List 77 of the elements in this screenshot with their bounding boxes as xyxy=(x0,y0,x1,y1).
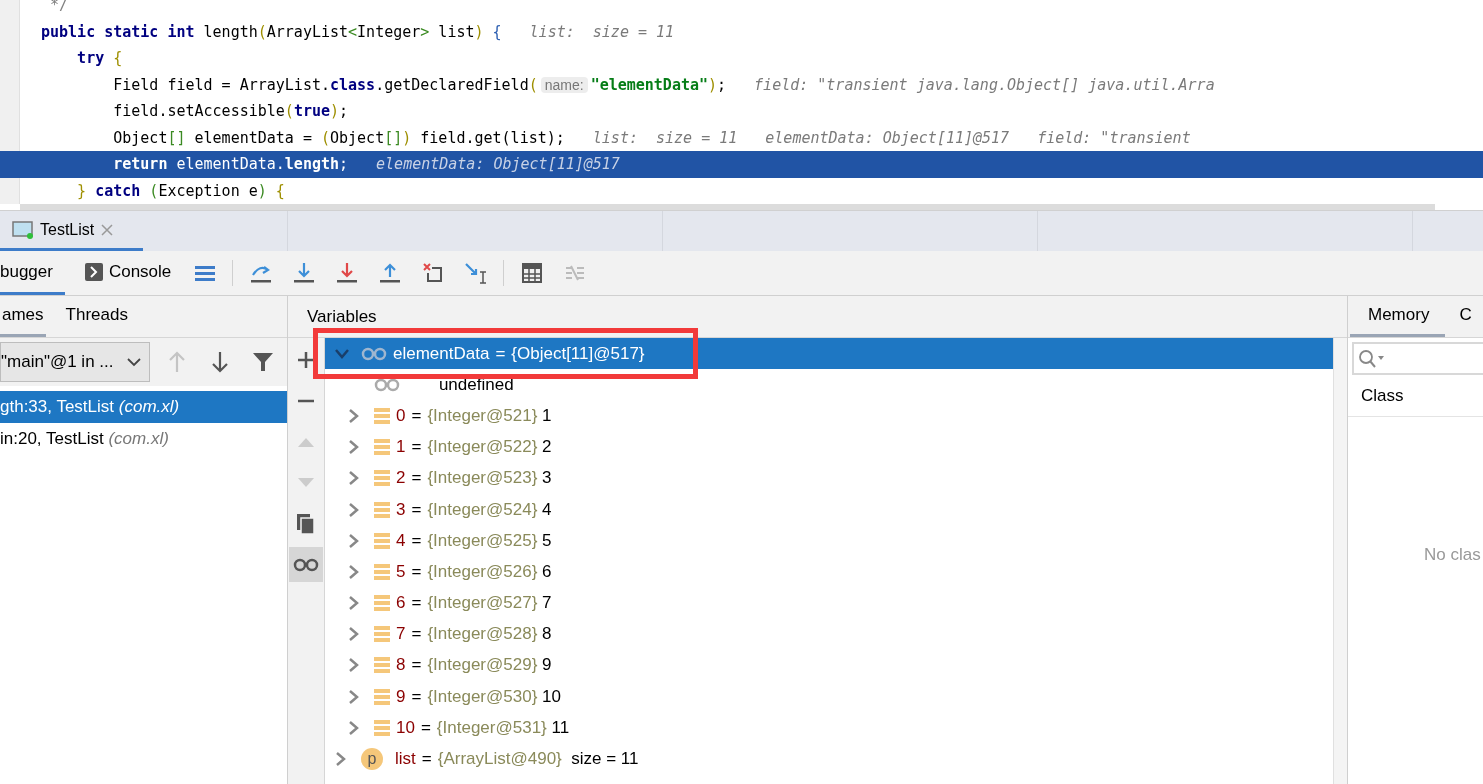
variable-row[interactable]: 9 = {Integer@530} 10 xyxy=(325,681,1333,713)
panel-tab[interactable]: Memory xyxy=(1350,296,1446,337)
panel-title: Variables xyxy=(288,296,1347,338)
caret-icon[interactable] xyxy=(348,501,360,518)
variable-row[interactable]: 5 = {Integer@526} 6 xyxy=(325,556,1333,588)
caret-icon[interactable] xyxy=(348,657,360,674)
copy-icon[interactable] xyxy=(296,512,316,535)
caret-icon[interactable] xyxy=(348,439,360,456)
glasses-icon xyxy=(293,557,319,572)
console-icon xyxy=(84,262,103,281)
close-icon[interactable] xyxy=(100,222,115,237)
caret-icon[interactable] xyxy=(348,532,360,549)
empty-message: No clas xyxy=(1423,544,1482,566)
plus-icon[interactable] xyxy=(297,350,315,369)
filter-icon[interactable] xyxy=(251,351,274,373)
debug-tab[interactable]: Console xyxy=(72,251,184,295)
variable-row[interactable]: 0 = {Integer@521} 1 xyxy=(325,400,1333,432)
thread-dropdown[interactable]: "main"@1 in ... xyxy=(0,342,150,382)
code-line: } catch (Exception e) { xyxy=(76,180,286,202)
variable-row[interactable]: 3 = {Integer@524} 4 xyxy=(325,493,1333,526)
list-icon xyxy=(374,594,390,613)
caret-icon[interactable] xyxy=(348,688,360,705)
step-out-icon[interactable] xyxy=(378,262,401,284)
list-icon xyxy=(374,562,390,581)
list-icon xyxy=(374,406,390,425)
calculator-icon[interactable] xyxy=(521,263,542,283)
caret-icon[interactable] xyxy=(335,751,347,768)
window-icon xyxy=(12,219,34,240)
variable-row[interactable]: p list = {ArrayList@490} size = 11 xyxy=(325,743,1333,775)
list-icon xyxy=(374,656,390,675)
list-icon xyxy=(374,687,390,706)
force-step-into-icon[interactable] xyxy=(335,262,358,284)
chevron-down-icon xyxy=(127,357,141,367)
list-icon xyxy=(374,718,390,737)
code-line: Object[] elementData = (Object[]) field.get(list); list: size = 11 elementData: Object[11]@517 field: "transient xyxy=(112,127,1192,149)
code-line: */ xyxy=(49,0,70,17)
list-icon xyxy=(374,531,390,550)
variable-row[interactable]: 6 = {Integer@527} 7 xyxy=(325,587,1333,619)
arrow-down-icon[interactable] xyxy=(210,351,229,373)
list-icon xyxy=(374,625,390,644)
run-to-cursor-icon[interactable] xyxy=(463,262,488,284)
variable-row[interactable]: 10 = {Integer@531} 11 xyxy=(325,712,1333,744)
parameter-badge: p xyxy=(361,748,383,771)
search-icon xyxy=(1358,348,1386,369)
caret-icon[interactable] xyxy=(348,470,360,487)
caret-icon[interactable] xyxy=(348,407,360,424)
column-header: Class xyxy=(1348,375,1483,417)
list-icon xyxy=(374,438,390,457)
variable-row[interactable]: undefined xyxy=(325,369,1333,401)
caret-icon[interactable] xyxy=(348,563,360,580)
stack-frame[interactable]: in:20, TestList (com.xl) xyxy=(0,423,287,455)
caret-icon[interactable] xyxy=(348,595,360,612)
search-field[interactable] xyxy=(1352,342,1483,375)
variable-row[interactable]: 8 = {Integer@529} 9 xyxy=(325,649,1333,682)
variable-row[interactable]: 7 = {Integer@528} 8 xyxy=(325,618,1333,650)
stack-frame[interactable]: gth:33, TestList (com.xl) xyxy=(0,391,287,423)
list-icon xyxy=(374,469,390,488)
variable-row[interactable]: 2 = {Integer@523} 3 xyxy=(325,462,1333,494)
menu-icon[interactable] xyxy=(194,264,215,282)
list-icon xyxy=(374,500,390,519)
caret-icon[interactable] xyxy=(348,719,360,736)
step-into-icon[interactable] xyxy=(292,262,315,284)
code-line: try { xyxy=(76,48,124,70)
scrollbar[interactable] xyxy=(1333,338,1347,784)
glasses-icon xyxy=(361,346,387,361)
scrollbar[interactable] xyxy=(20,204,1435,210)
variable-row[interactable]: elementData = {Object[11]@517} xyxy=(325,338,1333,370)
code-line: public static int length(ArrayList<Integer> list) { list: size = 11 xyxy=(40,21,676,43)
panel-tab[interactable]: C xyxy=(1445,296,1472,337)
code-line: field.setAccessible(true); xyxy=(112,101,350,123)
code-line: Field field = ArrayList.class.getDeclaredField( name: "elementData"); field: "transient java.lang.Object[] java.util.Arra xyxy=(112,74,1216,96)
variable-row[interactable]: 1 = {Integer@522} 2 xyxy=(325,431,1333,463)
panel-tab[interactable]: Threads xyxy=(63,296,130,337)
variable-row[interactable]: 4 = {Integer@525} 5 xyxy=(325,525,1333,557)
glasses-icon xyxy=(374,377,400,392)
caret-icon[interactable] xyxy=(348,626,360,643)
drop-frame-icon[interactable] xyxy=(421,262,444,284)
